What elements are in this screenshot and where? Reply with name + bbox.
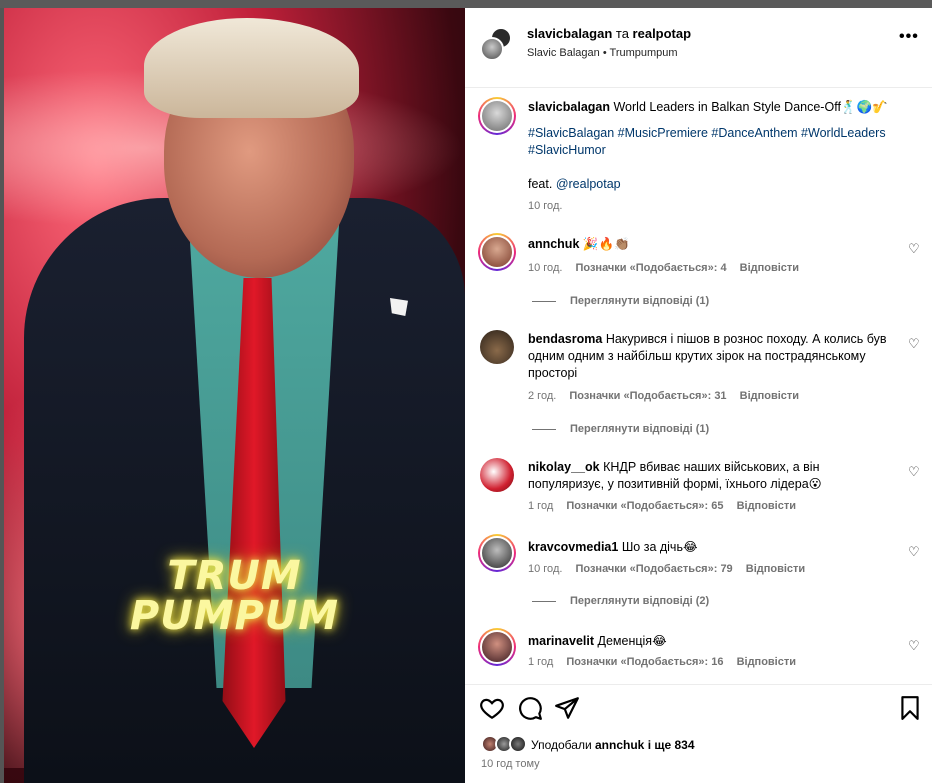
collab-usernames: slavicbalagan та realpotap	[527, 26, 691, 41]
heart-icon[interactable]: ♡	[908, 464, 920, 480]
comment-time: 10 год.	[528, 262, 563, 274]
username-link[interactable]: marinavelit	[528, 634, 594, 648]
comment-likes[interactable]: Позначки «Подобається»: 79	[575, 563, 732, 575]
avatar[interactable]	[478, 628, 516, 666]
comment-text: nikolay__ok КНДР вбиває наших військових…	[528, 459, 898, 493]
comment-body: Деменція😂	[597, 634, 667, 648]
comment-body: Шо за дічь😂	[621, 540, 698, 554]
username-link[interactable]: annchuk	[528, 237, 579, 251]
comment-meta: 10 год. Позначки «Подобається»: 79 Відпо…	[528, 563, 815, 575]
post-time: 10 год тому	[481, 758, 540, 770]
comment-likes[interactable]: Позначки «Подобається»: 31	[569, 390, 726, 402]
comment-time: 2 год.	[528, 390, 557, 402]
conjunction-text: та	[612, 26, 633, 41]
avatar[interactable]	[480, 37, 504, 61]
heart-icon[interactable]: ♡	[908, 241, 920, 257]
lapel-pin	[390, 298, 408, 316]
reply-button[interactable]: Відповісти	[746, 563, 805, 575]
mention-link[interactable]: @realpotap	[556, 177, 621, 191]
hashtags-line2[interactable]: #SlavicHumor	[528, 142, 898, 159]
username-link[interactable]: bendasroma	[528, 332, 602, 346]
caption-text: slavicbalagan World Leaders in Balkan St…	[528, 99, 898, 116]
comment-meta: 2 год. Позначки «Подобається»: 31 Відпов…	[528, 390, 809, 402]
caption-body: World Leaders in Balkan Style Dance-Off🕺…	[613, 100, 888, 114]
post-header: slavicbalagan та realpotap Slavic Balaga…	[465, 8, 932, 88]
post-side-panel: slavicbalagan та realpotap Slavic Balaga…	[465, 8, 932, 783]
username-link[interactable]: realpotap	[633, 26, 692, 41]
image-title-line2: PUMPUM	[129, 593, 340, 639]
feat-line: feat. @realpotap	[528, 176, 898, 193]
bookmark-icon[interactable]	[897, 695, 923, 721]
comment-text: annchuk 🎉🔥👏🏽	[528, 236, 898, 253]
comment-meta: 1 год Позначки «Подобається»: 16 Відпові…	[528, 656, 806, 668]
comment-time: 1 год	[528, 500, 554, 512]
comment-meta: 10 год. Позначки «Подобається»: 4 Відпов…	[528, 262, 809, 274]
username-link[interactable]: kravcovmedia1	[528, 540, 618, 554]
hashtags-line1[interactable]: #SlavicBalagan #MusicPremiere #DanceAnth…	[528, 125, 898, 142]
avatar	[509, 735, 527, 753]
comment-likes[interactable]: Позначки «Подобається»: 16	[566, 656, 723, 668]
comment-likes[interactable]: Позначки «Подобається»: 65	[566, 500, 723, 512]
caption-time: 10 год.	[528, 200, 563, 212]
avatar[interactable]	[478, 233, 516, 271]
collab-avatars[interactable]	[480, 27, 512, 61]
heart-icon[interactable]	[479, 695, 505, 721]
more-horizontal-icon[interactable]: •••	[899, 28, 919, 46]
reply-button[interactable]: Відповісти	[740, 262, 799, 274]
heart-icon[interactable]: ♡	[908, 638, 920, 654]
heart-icon[interactable]: ♡	[908, 544, 920, 560]
comment-likes[interactable]: Позначки «Подобається»: 4	[575, 262, 726, 274]
heart-icon[interactable]: ♡	[908, 336, 920, 352]
post-actions: Уподобали annchuk і ще 834 10 год тому	[465, 684, 932, 783]
comment-time: 1 год	[528, 656, 554, 668]
comment-time: 10 год.	[528, 563, 563, 575]
figure-hair	[144, 18, 359, 118]
view-replies-button[interactable]: Переглянути відповіді (1)	[532, 295, 709, 307]
reply-button[interactable]: Відповісти	[737, 656, 796, 668]
browser-top-strip	[0, 0, 932, 8]
comment-text: marinavelit Деменція😂	[528, 633, 898, 650]
comment-icon[interactable]	[517, 695, 543, 721]
username-link[interactable]: slavicbalagan	[527, 26, 612, 41]
share-icon[interactable]	[554, 695, 580, 721]
avatar[interactable]	[478, 97, 516, 135]
username-link[interactable]: nikolay__ok	[528, 460, 600, 474]
liked-by-text: Уподобали annchuk і ще 834	[531, 738, 695, 752]
comment-body: 🎉🔥👏🏽	[582, 237, 630, 251]
avatar[interactable]	[478, 534, 516, 572]
comment-text: kravcovmedia1 Шо за дічь😂	[528, 539, 898, 556]
reply-button[interactable]: Відповісти	[740, 390, 799, 402]
audio-subtitle[interactable]: Slavic Balagan • Trumpumpum	[527, 47, 678, 59]
comment-meta: 1 год Позначки «Подобається»: 65 Відпові…	[528, 500, 806, 512]
likes-count[interactable]: 834	[675, 738, 695, 752]
view-replies-button[interactable]: Переглянути відповіді (2)	[532, 595, 709, 607]
reply-button[interactable]: Відповісти	[737, 500, 796, 512]
username-link[interactable]: annchuk	[595, 738, 644, 752]
comments-list[interactable]: slavicbalagan World Leaders in Balkan St…	[465, 88, 932, 684]
view-replies-button[interactable]: Переглянути відповіді (1)	[532, 423, 709, 435]
username-link[interactable]: slavicbalagan	[528, 100, 610, 114]
post-image[interactable]: TRUM PUMPUM	[4, 8, 465, 783]
comment-text: bendasroma Накурився і пішов в рознос по…	[528, 331, 898, 382]
avatar[interactable]	[480, 330, 514, 364]
feat-label: feat.	[528, 177, 553, 191]
avatar[interactable]	[480, 458, 514, 492]
